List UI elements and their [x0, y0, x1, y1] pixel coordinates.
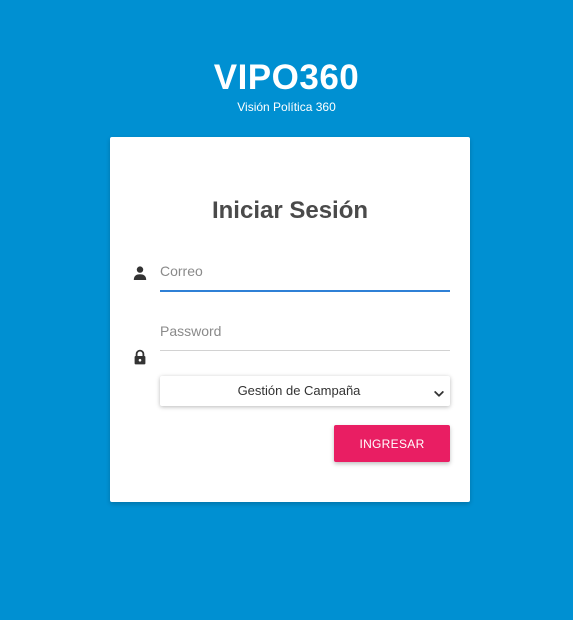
login-card: Iniciar Sesión Gestión de Campaña INGRES…	[110, 137, 470, 502]
password-field[interactable]	[160, 312, 450, 351]
chevron-down-icon	[434, 386, 444, 397]
mode-select[interactable]: Gestión de Campaña	[160, 376, 450, 406]
lock-icon	[132, 349, 148, 365]
email-field[interactable]	[160, 252, 450, 292]
app-title: VIPO360	[213, 58, 360, 97]
mode-select-value: Gestión de Campaña	[237, 383, 361, 398]
person-icon	[132, 265, 148, 281]
login-title: Iniciar Sesión	[211, 197, 369, 224]
app-subtitle: Visión Política 360	[237, 100, 336, 114]
login-button[interactable]: INGRESAR	[334, 425, 450, 462]
brand-header: VIPO360 Visión Política 360	[0, 58, 573, 115]
